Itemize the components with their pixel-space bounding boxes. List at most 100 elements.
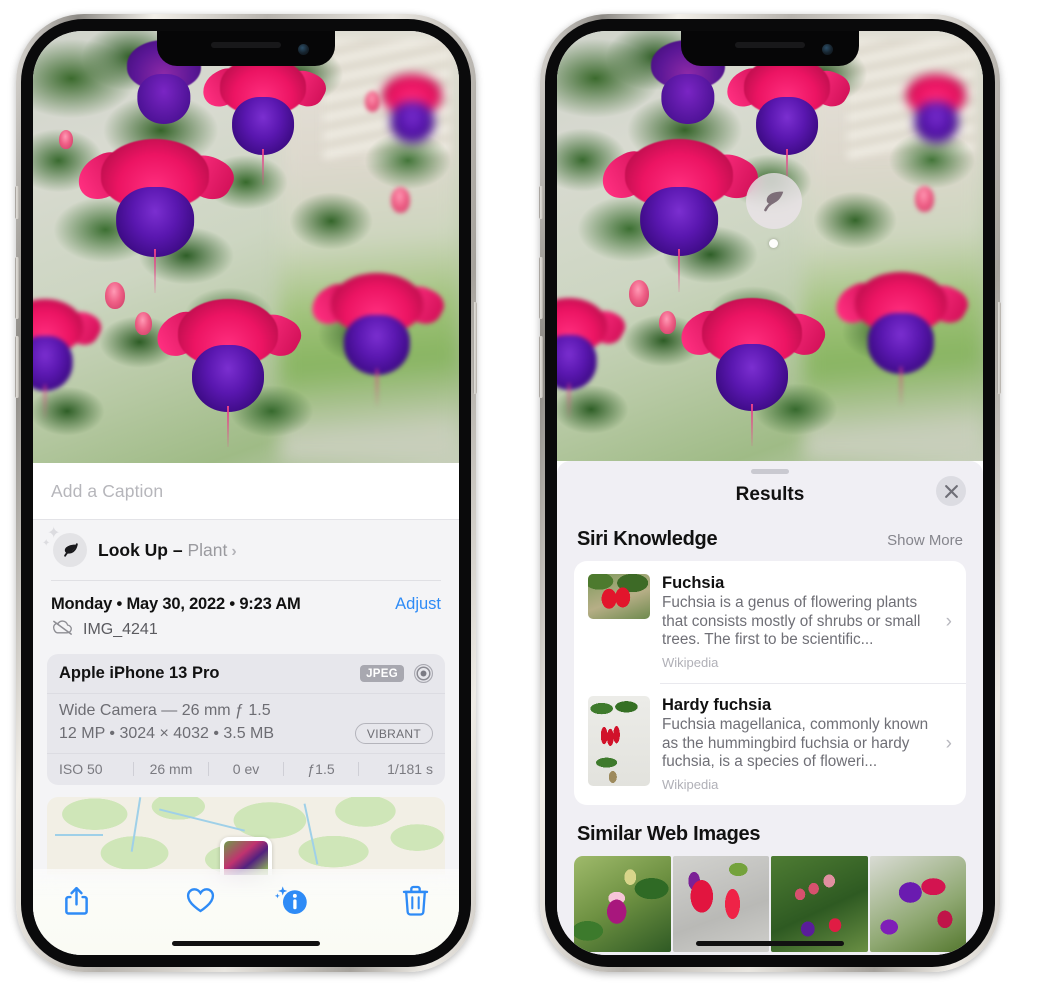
date-row: Monday • May 30, 2022 • 9:23 AM Adjust — [33, 581, 459, 616]
knowledge-title: Hardy fuchsia — [662, 695, 772, 714]
results-sheet: Results Siri Knowledge Show More Fuchsia… — [557, 461, 983, 955]
look-up-row[interactable]: ✦ ✦ Look Up – Plant › — [33, 520, 459, 580]
file-row: IMG_4241 — [33, 616, 459, 654]
look-up-icon-group: ✦ ✦ — [42, 526, 87, 567]
knowledge-description: Fuchsia is a genus of flowering plants t… — [662, 594, 921, 649]
web-image-4[interactable] — [869, 855, 966, 952]
info-button[interactable] — [246, 885, 338, 917]
siri-knowledge-card: Fuchsia Fuchsia is a genus of flowering … — [574, 561, 966, 805]
aperture-icon — [413, 663, 434, 684]
home-indicator-left[interactable] — [172, 941, 320, 946]
results-header: Results — [557, 474, 983, 522]
volume-down-button-right[interactable] — [539, 336, 543, 398]
camera-header: Apple iPhone 13 Pro JPEG — [47, 654, 445, 694]
photo-flower — [33, 298, 106, 420]
right-screen: Results Siri Knowledge Show More Fuchsia… — [557, 31, 983, 955]
look-up-label: Look Up – Plant › — [98, 540, 237, 561]
exif-shutter: 1/181 s — [387, 761, 433, 777]
knowledge-text: Fuchsia Fuchsia is a genus of flowering … — [662, 574, 934, 670]
screenshot-root: Add a Caption ✦ ✦ Look Up – Plant › Mond… — [0, 0, 1055, 985]
photo-flower — [829, 271, 974, 405]
chevron-right-icon: › — [945, 610, 952, 632]
similar-web-images-header: Similar Web Images — [557, 805, 983, 854]
map-preview[interactable] — [47, 797, 445, 875]
mute-switch-left[interactable] — [15, 186, 19, 219]
exif-row: ISO 50 26 mm 0 ev ƒ1.5 1/181 s — [47, 754, 445, 785]
leaf-icon — [53, 533, 87, 567]
share-button[interactable] — [63, 885, 155, 917]
volume-up-button-right[interactable] — [539, 257, 543, 319]
front-camera-icon — [298, 44, 309, 55]
camera-badges: JPEG — [360, 663, 434, 684]
photo-viewer-right[interactable] — [557, 31, 983, 461]
photo-bud — [135, 311, 153, 335]
knowledge-text: Hardy fuchsia Fuchsia magellanica, commo… — [662, 696, 934, 792]
photo-bud — [58, 130, 73, 150]
earpiece-speaker-icon — [211, 42, 281, 48]
photo-flower — [906, 74, 967, 144]
earpiece-speaker-icon — [735, 42, 805, 48]
photo-flower — [594, 138, 764, 293]
knowledge-description: Fuchsia magellanica, commonly known as t… — [662, 715, 929, 771]
map-river — [54, 834, 103, 837]
photo-flower — [382, 74, 443, 144]
photo-bud — [390, 186, 410, 213]
photo-flower — [195, 56, 331, 185]
photo-date: Monday • May 30, 2022 • 9:23 AM — [51, 595, 301, 613]
photo-flower — [719, 56, 855, 185]
photo-bud — [659, 310, 677, 334]
camera-lens-line: Wide Camera — 26 mm ƒ 1.5 — [59, 702, 271, 719]
photo-flower — [149, 298, 307, 448]
exif-focal: 26 mm — [149, 761, 193, 777]
knowledge-source: Wikipedia — [662, 654, 719, 670]
power-button-left[interactable] — [473, 302, 477, 394]
photo-bud — [914, 185, 934, 212]
results-title: Results — [735, 484, 805, 505]
siri-knowledge-header: Siri Knowledge Show More — [557, 522, 983, 561]
photo-viewer-left[interactable] — [33, 31, 459, 463]
look-up-dash: – — [172, 539, 183, 560]
web-image-2[interactable] — [672, 855, 769, 952]
look-up-subject: Plant — [187, 539, 228, 560]
photo-flower — [557, 297, 630, 418]
web-image-3[interactable] — [771, 855, 868, 952]
leaf-icon — [764, 191, 784, 212]
notch-right — [681, 31, 859, 66]
camera-spec-line: 12 MP • 3024 × 4032 • 3.5 MB — [59, 724, 275, 742]
caption-field[interactable]: Add a Caption — [33, 463, 459, 520]
photo-bud — [105, 281, 126, 309]
power-button-right[interactable] — [997, 302, 1001, 394]
close-button[interactable] — [936, 476, 966, 506]
adjust-button[interactable]: Adjust — [395, 595, 441, 614]
favorite-button[interactable] — [155, 885, 247, 915]
photographic-style-badge: VIBRANT — [354, 723, 433, 744]
format-badge: JPEG — [360, 665, 404, 682]
hardy-fuchsia-thumbnail — [588, 695, 650, 786]
chevron-right-icon: › — [231, 542, 237, 560]
volume-down-button-left[interactable] — [15, 336, 19, 398]
chevron-right-icon: › — [945, 732, 952, 754]
visual-look-up-badge[interactable] — [746, 173, 802, 229]
web-image-1[interactable] — [574, 855, 671, 952]
knowledge-row[interactable]: Fuchsia Fuchsia is a genus of flowering … — [574, 561, 966, 683]
mute-switch-right[interactable] — [539, 186, 543, 219]
camera-body: Wide Camera — 26 mm ƒ 1.5 12 MP • 3024 ×… — [47, 694, 445, 754]
similar-web-images-title: Similar Web Images — [577, 822, 761, 845]
home-indicator-right[interactable] — [696, 941, 844, 946]
camera-device-name: Apple iPhone 13 Pro — [59, 664, 220, 682]
left-phone: Add a Caption ✦ ✦ Look Up – Plant › Mond… — [15, 14, 477, 972]
front-camera-icon — [822, 44, 833, 55]
delete-button[interactable] — [338, 885, 430, 917]
fuchsia-thumbnail — [588, 574, 650, 619]
volume-up-button-left[interactable] — [15, 257, 19, 319]
sparkle-icon-small: ✦ — [42, 538, 51, 549]
photo-flower — [305, 272, 450, 407]
show-more-button[interactable]: Show More — [887, 532, 963, 549]
camera-info-card[interactable]: Apple iPhone 13 Pro JPEG Wide Camera — 2… — [47, 654, 445, 785]
siri-knowledge-title: Siri Knowledge — [577, 528, 718, 550]
photo-filename: IMG_4241 — [83, 621, 158, 638]
right-phone: Results Siri Knowledge Show More Fuchsia… — [539, 14, 1001, 972]
close-icon — [944, 484, 958, 498]
knowledge-row[interactable]: Hardy fuchsia Fuchsia magellanica, commo… — [574, 682, 966, 805]
photo-flower — [70, 139, 240, 293]
